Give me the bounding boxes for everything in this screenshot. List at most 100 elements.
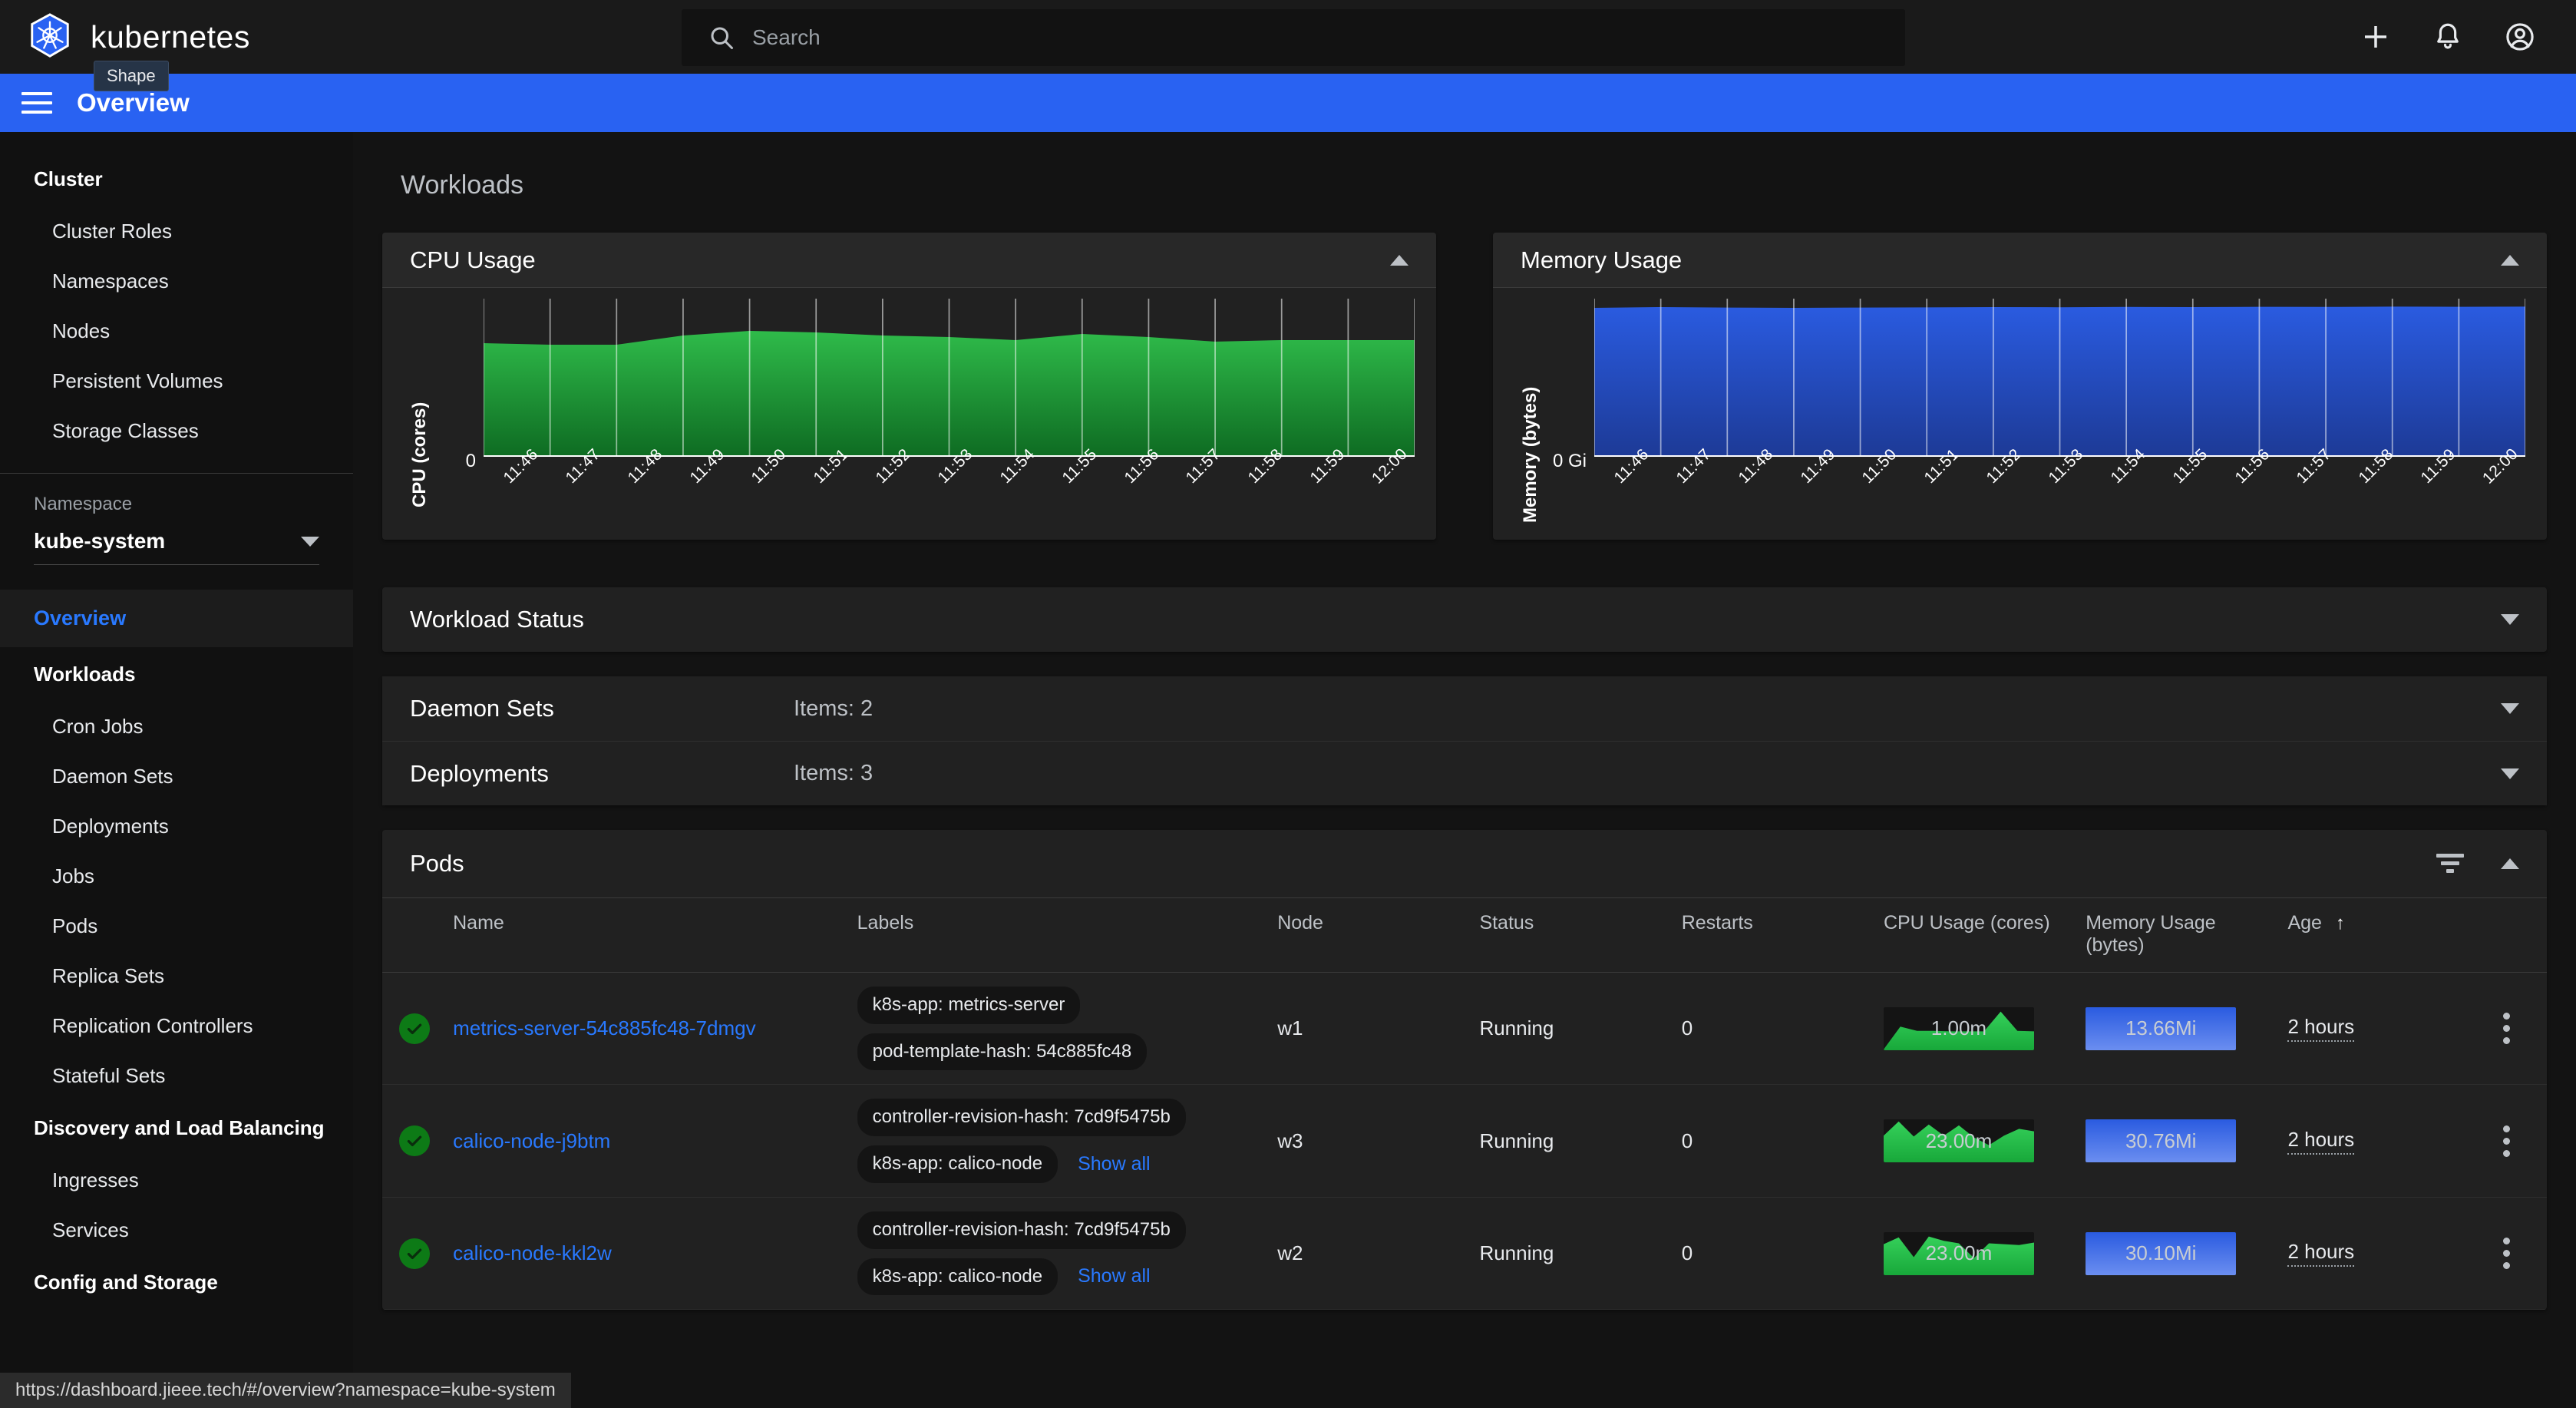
main-content: Workloads CPU Usage CPU (cores) 0 11:46 … [353,132,2576,1408]
cell-actions [2465,972,2547,1086]
th-labels[interactable]: Labels [849,897,1270,973]
hamburger-menu-icon[interactable] [21,92,52,114]
accordion-workload-status[interactable]: Workload Status [382,587,2547,652]
cell-labels: controller-revision-hash: 7cd9f5475b k8s-… [849,1084,1270,1198]
search-icon [711,27,733,49]
collapse-chevron-up-icon[interactable] [2501,858,2519,869]
pods-card-header: Pods [382,830,2547,897]
cpu-card-header[interactable]: CPU Usage [382,233,1436,288]
accordion-title: Deployments [410,759,549,787]
accordion-group: Daemon Sets Items: 2 Deployments Items: … [382,676,2547,805]
th-name[interactable]: Name [445,897,850,973]
search-input[interactable] [752,25,1905,50]
th-node[interactable]: Node [1270,897,1472,973]
memory-y-axis-label: Memory (bytes) [1520,386,1541,523]
th-cpu-usage[interactable]: CPU Usage (cores) [1875,897,2079,973]
accordion-title: Daemon Sets [410,695,554,722]
sidebar-item-cluster-roles[interactable]: Cluster Roles [0,207,353,256]
memory-value: 13.66Mi [2125,1016,2197,1040]
accordion-deployments[interactable]: Deployments Items: 3 [382,741,2547,805]
th-age[interactable]: Age ↑ [2280,897,2466,973]
top-bar-actions [2360,21,2576,53]
bell-icon[interactable] [2432,21,2464,53]
table-row[interactable]: calico-node-j9btm controller-revision-has… [382,1084,2547,1198]
pod-name-link[interactable]: calico-node-j9btm [453,1129,610,1152]
memory-bar: 30.76Mi [2086,1119,2237,1163]
kubernetes-logo-icon [31,13,69,58]
sidebar-item-replication-controllers[interactable]: Replication Controllers [0,1001,353,1051]
sidebar-item-replica-sets[interactable]: Replica Sets [0,951,353,1001]
age-value: 2 hours [2287,1015,2355,1043]
label-chip: controller-revision-hash: 7cd9f5475b [857,1211,1186,1249]
accordion-title: Workload Status [410,606,584,633]
filter-icon[interactable] [2436,854,2464,874]
pods-title: Pods [410,850,464,877]
th-status[interactable]: Status [1471,897,1674,973]
sidebar-item-cron-jobs[interactable]: Cron Jobs [0,702,353,752]
memory-usage-card: Memory Usage Memory (bytes) 0 Gi 11:46 11… [1493,233,2547,540]
show-all-labels-link[interactable]: Show all [1078,1265,1151,1287]
th-restarts[interactable]: Restarts [1673,897,1876,973]
sidebar-item-jobs[interactable]: Jobs [0,851,353,901]
table-row[interactable]: calico-node-kkl2w controller-revision-has… [382,1197,2547,1310]
check-circle-icon [399,1238,430,1269]
plus-icon[interactable] [2360,21,2392,53]
cell-memory-usage: 30.76Mi [2078,1084,2280,1198]
sidebar: Cluster Cluster Roles Namespaces Nodes P… [0,132,353,1408]
pod-name-link[interactable]: calico-node-kkl2w [453,1241,612,1264]
sidebar-item-stateful-sets[interactable]: Stateful Sets [0,1051,353,1101]
sidebar-item-namespaces[interactable]: Namespaces [0,256,353,306]
age-value: 2 hours [2287,1128,2355,1155]
cell-status: Running [1471,972,1674,1086]
row-overflow-menu-icon[interactable] [2474,1125,2539,1157]
brand-area[interactable]: kubernetes Shape [0,13,353,91]
cpu-area-chart [484,299,1415,457]
logo-tooltip: Shape [94,61,169,91]
cpu-card-body: CPU (cores) 0 11:46 11:47 11:48 11:49 11:50 1… [382,288,1436,540]
memory-card-header[interactable]: Memory Usage [1493,233,2547,288]
sort-ascending-icon: ↑ [2335,913,2345,934]
row-overflow-menu-icon[interactable] [2474,1238,2539,1270]
cell-status-icon [382,1197,446,1310]
sidebar-item-services[interactable]: Services [0,1205,353,1255]
collapse-chevron-up-icon[interactable] [1390,254,1409,266]
kubernetes-dashboard: kubernetes Shape Search Overview Cluster… [0,0,2576,1408]
sidebar-item-storage-classes[interactable]: Storage Classes [0,406,353,456]
th-memory-usage[interactable]: Memory Usage (bytes) [2078,897,2280,973]
cell-pod-name: calico-node-kkl2w [445,1197,850,1310]
cell-age: 2 hours [2280,972,2466,1086]
sidebar-item-pods[interactable]: Pods [0,901,353,951]
cell-pod-name: calico-node-j9btm [445,1084,850,1198]
cell-actions [2465,1084,2547,1198]
show-all-labels-link[interactable]: Show all [1078,1153,1151,1175]
pods-table-header-row: Name Labels Node Status Restarts CPU Usa… [382,897,2547,973]
sidebar-item-ingresses[interactable]: Ingresses [0,1155,353,1205]
label-chip: k8s-app: calico-node [857,1258,1058,1296]
cell-cpu-usage: 23.00m [1875,1084,2079,1198]
sidebar-item-nodes[interactable]: Nodes [0,306,353,356]
row-overflow-menu-icon[interactable] [2474,1013,2539,1045]
chevron-down-icon[interactable] [2501,768,2519,779]
cell-labels: k8s-app: metrics-server pod-template-hash… [849,972,1270,1086]
label-chip-row: k8s-app: calico-node Show all [857,1145,1151,1183]
metrics-cards: CPU Usage CPU (cores) 0 11:46 11:47 11:48 1… [382,233,2547,540]
collapse-chevron-up-icon[interactable] [2501,254,2519,266]
search-bar[interactable] [682,9,1905,66]
cell-status: Running [1471,1197,1674,1310]
chevron-down-icon[interactable] [2501,614,2519,625]
accordion-daemon-sets[interactable]: Daemon Sets Items: 2 [382,676,2547,741]
sidebar-item-persistent-volumes[interactable]: Persistent Volumes [0,356,353,406]
namespace-selector[interactable]: kube-system [34,529,319,565]
sidebar-item-overview[interactable]: Overview [0,590,353,647]
sidebar-item-deployments[interactable]: Deployments [0,802,353,851]
account-circle-icon[interactable] [2504,21,2536,53]
chevron-down-icon[interactable] [2501,703,2519,714]
cell-status-icon [382,972,446,1086]
sidebar-item-daemon-sets[interactable]: Daemon Sets [0,752,353,802]
pod-name-link[interactable]: metrics-server-54c885fc48-7dmgv [453,1016,755,1039]
memory-card-title: Memory Usage [1521,246,1683,273]
table-row[interactable]: metrics-server-54c885fc48-7dmgv k8s-app: … [382,972,2547,1086]
cell-restarts: 0 [1673,1084,1876,1198]
pods-card: Pods Name Labels Node Status Restarts CP… [382,830,2547,1310]
cell-memory-usage: 30.10Mi [2078,1197,2280,1310]
